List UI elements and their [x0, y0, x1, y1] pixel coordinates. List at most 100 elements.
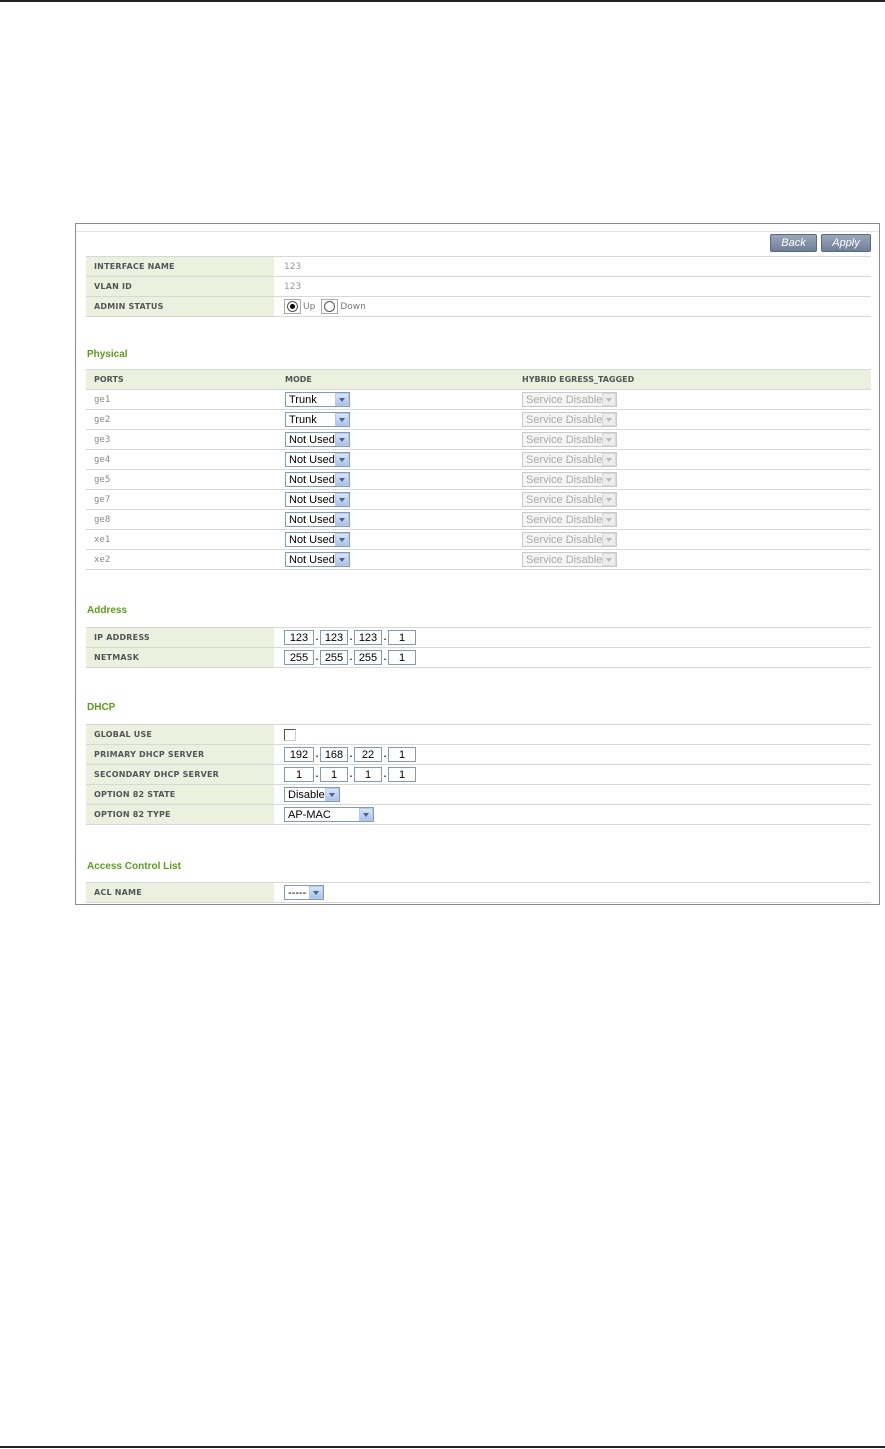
- port-name: ge3: [86, 429, 275, 450]
- mode-select-value: Not Used: [289, 494, 335, 506]
- port-row: ge5 Not Used Service Disable: [86, 469, 871, 490]
- port-name: xe1: [86, 529, 275, 550]
- egress-select-value: Service Disable: [526, 434, 603, 446]
- netmask-octet-2-input[interactable]: 255: [320, 650, 348, 665]
- egress-select-value: Service Disable: [526, 554, 603, 566]
- ip-address-field: 123. 123. 123. 1: [274, 627, 871, 648]
- global-use-checkbox[interactable]: [284, 728, 296, 741]
- admin-status-down-label: Down: [340, 301, 366, 312]
- acl-table: ACL NAME -----: [86, 882, 871, 903]
- netmask-octet-4-input[interactable]: 1: [388, 650, 416, 665]
- egress-select: Service Disable: [522, 452, 617, 467]
- chevron-down-icon: [335, 553, 349, 566]
- admin-status-value: Up Down: [274, 296, 871, 317]
- mode-header: MODE: [275, 369, 508, 390]
- panel-divider: [76, 231, 879, 232]
- secondary-dhcp-octet-2-input[interactable]: 1: [320, 767, 348, 782]
- chevron-down-icon: [335, 413, 349, 426]
- mode-select[interactable]: Not Used: [285, 512, 350, 527]
- mode-select-value: Trunk: [289, 394, 317, 406]
- egress-select: Service Disable: [522, 512, 617, 527]
- ip-octet-3-input[interactable]: 123: [354, 630, 382, 645]
- mode-select-value: Not Used: [289, 514, 335, 526]
- mode-select[interactable]: Trunk: [285, 412, 350, 427]
- admin-status-down-radio[interactable]: [324, 301, 336, 312]
- mode-select[interactable]: Not Used: [285, 452, 350, 467]
- admin-status-up-radio-wrap[interactable]: [284, 299, 301, 314]
- mode-select-value: Trunk: [289, 414, 317, 426]
- chevron-down-icon: [335, 473, 349, 486]
- netmask-octet-1-input[interactable]: 255: [284, 650, 314, 665]
- mode-select[interactable]: Not Used: [285, 472, 350, 487]
- general-table: INTERFACE NAME 123 VLAN ID 123 ADMIN STA…: [86, 256, 871, 317]
- dhcp-section-title: DHCP: [87, 702, 116, 713]
- port-row: ge7 Not Used Service Disable: [86, 489, 871, 510]
- primary-dhcp-octet-4-input[interactable]: 1: [388, 747, 416, 762]
- port-row: ge1 Trunk Service Disable: [86, 389, 871, 410]
- vlan-id-row: VLAN ID 123: [86, 276, 871, 297]
- physical-section-title: Physical: [87, 349, 128, 360]
- port-name: xe2: [86, 549, 275, 570]
- acl-name-row: ACL NAME -----: [86, 882, 871, 903]
- egress-select-value: Service Disable: [526, 474, 603, 486]
- ip-octet-2-input[interactable]: 123: [320, 630, 348, 645]
- port-row: ge8 Not Used Service Disable: [86, 509, 871, 530]
- secondary-dhcp-octet-1-input[interactable]: 1: [284, 767, 314, 782]
- option82-type-field: AP-MAC: [274, 804, 871, 825]
- port-row: ge4 Not Used Service Disable: [86, 449, 871, 470]
- egress-select: Service Disable: [522, 532, 617, 547]
- primary-dhcp-octet-1-input[interactable]: 192: [284, 747, 314, 762]
- mode-select[interactable]: Not Used: [285, 492, 350, 507]
- mode-select[interactable]: Not Used: [285, 552, 350, 567]
- option82-type-label: OPTION 82 TYPE: [86, 804, 274, 825]
- secondary-dhcp-row: SECONDARY DHCP SERVER 1.1.1.1: [86, 764, 871, 785]
- secondary-dhcp-octet-3-input[interactable]: 1: [354, 767, 382, 782]
- mode-select[interactable]: Trunk: [285, 392, 350, 407]
- chevron-down-icon: [325, 788, 339, 801]
- primary-dhcp-octet-2-input[interactable]: 168: [320, 747, 348, 762]
- egress-select: Service Disable: [522, 392, 617, 407]
- chevron-down-icon: [335, 493, 349, 506]
- mode-select[interactable]: Not Used: [285, 532, 350, 547]
- port-name: ge1: [86, 389, 275, 410]
- acl-name-value: -----: [288, 887, 307, 899]
- mode-select[interactable]: Not Used: [285, 432, 350, 447]
- port-name: ge7: [86, 489, 275, 510]
- option82-state-select[interactable]: Disable: [284, 787, 340, 802]
- egress-select-value: Service Disable: [526, 454, 603, 466]
- option82-type-select[interactable]: AP-MAC: [284, 807, 374, 822]
- chevron-down-icon: [335, 513, 349, 526]
- apply-button[interactable]: Apply: [821, 234, 871, 252]
- chevron-down-icon: [335, 533, 349, 546]
- back-button[interactable]: Back: [770, 234, 817, 252]
- chevron-down-icon: [602, 473, 616, 486]
- acl-name-label: ACL NAME: [86, 882, 274, 903]
- acl-section-title: Access Control List: [87, 861, 181, 872]
- acl-name-select[interactable]: -----: [284, 885, 324, 900]
- mode-select-value: Not Used: [289, 534, 335, 546]
- option82-state-value: Disable: [288, 789, 325, 801]
- chevron-down-icon: [335, 433, 349, 446]
- netmask-label: NETMASK: [86, 647, 274, 668]
- ip-octet-1-input[interactable]: 123: [284, 630, 314, 645]
- port-row: xe1 Not Used Service Disable: [86, 529, 871, 550]
- secondary-dhcp-label: SECONDARY DHCP SERVER: [86, 764, 274, 785]
- interface-name-value: 123: [274, 256, 871, 277]
- egress-select-value: Service Disable: [526, 414, 603, 426]
- chevron-down-icon: [602, 533, 616, 546]
- dhcp-table: GLOBAL USE PRIMARY DHCP SERVER 192. 168. 2…: [86, 724, 871, 825]
- egress-select: Service Disable: [522, 472, 617, 487]
- chevron-down-icon: [602, 433, 616, 446]
- chevron-down-icon: [602, 393, 616, 406]
- interface-name-row: INTERFACE NAME 123: [86, 256, 871, 277]
- egress-select: Service Disable: [522, 412, 617, 427]
- egress-select: Service Disable: [522, 432, 617, 447]
- egress-select: Service Disable: [522, 552, 617, 567]
- mode-select-value: Not Used: [289, 434, 335, 446]
- secondary-dhcp-octet-4-input[interactable]: 1: [388, 767, 416, 782]
- ip-octet-4-input[interactable]: 1: [388, 630, 416, 645]
- admin-status-down-radio-wrap[interactable]: [321, 299, 339, 314]
- admin-status-up-radio[interactable]: [287, 301, 298, 312]
- primary-dhcp-octet-3-input[interactable]: 22: [354, 747, 382, 762]
- netmask-octet-3-input[interactable]: 255: [354, 650, 382, 665]
